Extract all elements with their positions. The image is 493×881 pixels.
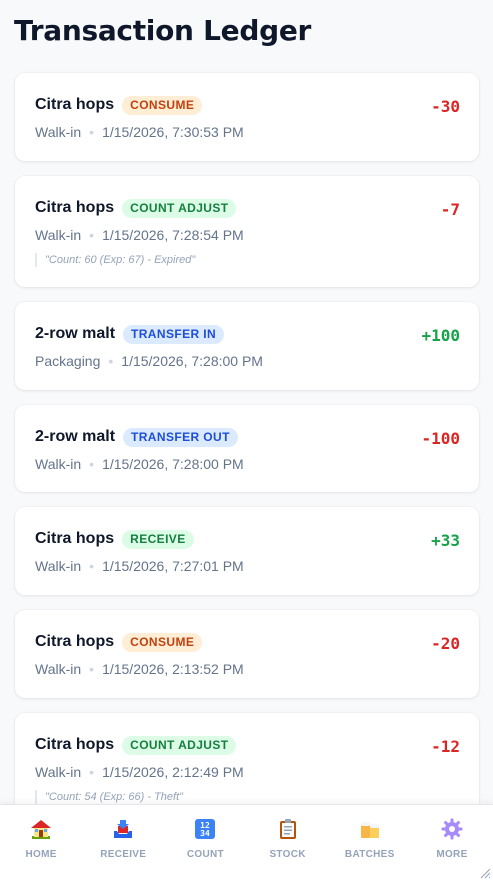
nav-receive[interactable]: RECEIVE xyxy=(82,805,164,881)
transaction-card[interactable]: Citra hops CONSUME Walk-in • 1/15/2026, 7:… xyxy=(15,73,479,161)
adjustment-note: "Count: 60 (Exp: 67) - Expired" xyxy=(35,253,459,267)
timestamp: 1/15/2026, 7:27:01 PM xyxy=(102,558,244,574)
svg-text:34: 34 xyxy=(201,829,211,838)
nav-count[interactable]: 12 34 COUNT xyxy=(164,805,246,881)
item-name: 2-row malt xyxy=(35,325,116,342)
type-badge: COUNT ADJUST xyxy=(122,198,237,218)
timestamp: 1/15/2026, 7:28:54 PM xyxy=(102,227,244,243)
location: Walk-in xyxy=(35,558,82,574)
type-badge: COUNT ADJUST xyxy=(122,735,237,755)
item-name: Citra hops xyxy=(35,199,115,216)
location: Walk-in xyxy=(35,764,82,780)
number-keys-icon: 12 34 xyxy=(195,819,216,839)
quantity-change: -20 xyxy=(431,634,460,653)
gear-icon xyxy=(441,818,463,840)
nav-label: MORE xyxy=(436,849,468,860)
clipboard-icon xyxy=(279,819,296,839)
type-badge: RECEIVE xyxy=(122,529,194,549)
separator-dot: • xyxy=(108,353,114,369)
nav-home[interactable]: HOME xyxy=(0,805,82,881)
beer-mugs-icon xyxy=(360,822,379,838)
bottom-nav: HOME RECEIVE 12 34 COUNT STOCK BATCHES M… xyxy=(0,804,493,881)
type-badge: TRANSFER IN xyxy=(123,324,225,344)
separator-dot: • xyxy=(89,124,95,140)
type-badge: CONSUME xyxy=(122,632,203,652)
transaction-card[interactable]: Citra hops RECEIVE Walk-in • 1/15/2026, 7:… xyxy=(15,507,479,595)
timestamp: 1/15/2026, 7:28:00 PM xyxy=(121,353,263,369)
location: Walk-in xyxy=(35,124,82,140)
item-name: Citra hops xyxy=(35,530,115,547)
quantity-change: +100 xyxy=(421,326,460,345)
separator-dot: • xyxy=(89,227,95,243)
transaction-card[interactable]: Citra hops COUNT ADJUST Walk-in • 1/15/202… xyxy=(15,176,479,287)
separator-dot: • xyxy=(89,456,95,472)
quantity-change: -30 xyxy=(431,97,460,116)
quantity-change: -12 xyxy=(431,737,460,756)
timestamp: 1/15/2026, 7:28:00 PM xyxy=(102,456,244,472)
nav-label: HOME xyxy=(25,849,57,860)
item-name: 2-row malt xyxy=(35,428,116,445)
separator-dot: • xyxy=(89,558,95,574)
type-badge: CONSUME xyxy=(122,95,203,115)
type-badge: TRANSFER OUT xyxy=(123,427,238,447)
quantity-change: -7 xyxy=(440,200,460,219)
timestamp: 1/15/2026, 7:30:53 PM xyxy=(102,124,244,140)
transaction-card[interactable]: 2-row malt TRANSFER IN Packaging • 1/15/20… xyxy=(15,302,479,390)
transaction-card[interactable]: 2-row malt TRANSFER OUT Walk-in • 1/15/202… xyxy=(15,405,479,492)
nav-label: RECEIVE xyxy=(100,849,147,860)
resize-grip-icon[interactable] xyxy=(479,867,491,879)
location: Walk-in xyxy=(35,661,82,677)
adjustment-note: "Count: 54 (Exp: 66) - Theft" xyxy=(35,790,459,804)
transaction-list: Citra hops CONSUME Walk-in • 1/15/2026, 7:… xyxy=(15,73,479,839)
inbox-tray-icon xyxy=(114,820,133,838)
nav-stock[interactable]: STOCK xyxy=(247,805,329,881)
nav-label: COUNT xyxy=(186,849,224,860)
transaction-card[interactable]: Citra hops CONSUME Walk-in • 1/15/2026, 2:… xyxy=(15,610,479,698)
page-title: Transaction Ledger xyxy=(14,14,312,47)
item-name: Citra hops xyxy=(35,96,115,113)
nav-label: STOCK xyxy=(269,849,306,860)
nav-batches[interactable]: BATCHES xyxy=(329,805,411,881)
nav-label: BATCHES xyxy=(344,849,395,860)
quantity-change: +33 xyxy=(431,531,460,550)
location: Packaging xyxy=(35,353,101,369)
item-name: Citra hops xyxy=(35,633,115,650)
timestamp: 1/15/2026, 2:12:49 PM xyxy=(102,764,244,780)
timestamp: 1/15/2026, 2:13:52 PM xyxy=(102,661,244,677)
house-icon xyxy=(31,820,52,839)
separator-dot: • xyxy=(89,661,95,677)
quantity-change: -100 xyxy=(421,429,460,448)
separator-dot: • xyxy=(89,764,95,780)
item-name: Citra hops xyxy=(35,736,115,753)
location: Walk-in xyxy=(35,456,82,472)
location: Walk-in xyxy=(35,227,82,243)
